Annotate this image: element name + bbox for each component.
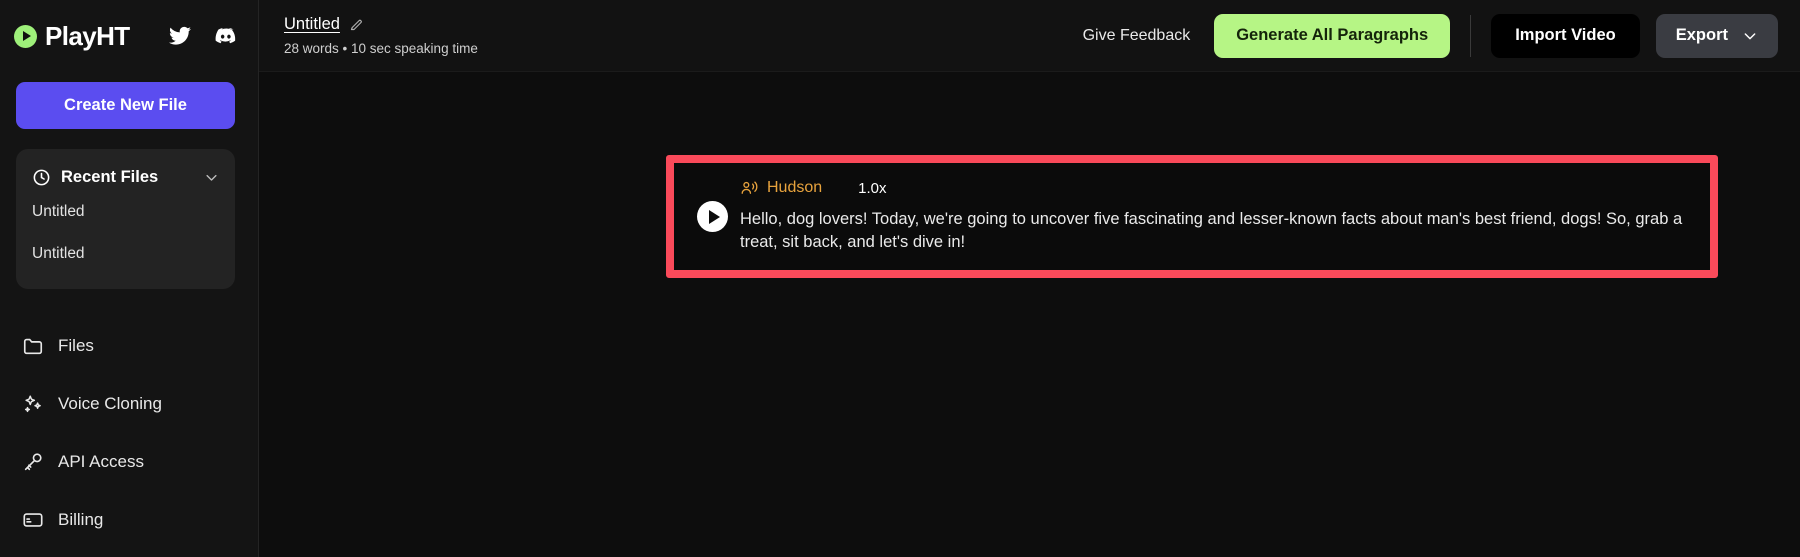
export-button[interactable]: Export [1655, 13, 1778, 58]
paragraph-meta-row: Hudson 1.0x [740, 177, 1692, 199]
sidebar-item-label: API Access [58, 452, 144, 471]
edit-pencil-icon[interactable] [349, 17, 364, 32]
sidebar-item-voice-cloning[interactable]: Voice Cloning [0, 375, 258, 433]
recent-file-item-0[interactable]: Untitled [16, 191, 235, 233]
recent-file-item-1[interactable]: Untitled [16, 233, 235, 275]
sidebar-nav: Files Voice Cloning API Access Billing [0, 317, 258, 549]
play-button-icon[interactable] [696, 201, 728, 232]
paragraph-text[interactable]: Hello, dog lovers! Today, we're going to… [740, 208, 1692, 255]
brand-row: PlayHT [0, 0, 258, 72]
editor-canvas: Hudson 1.0x Hello, dog lovers! Today, we… [259, 72, 1800, 557]
sidebar-item-billing[interactable]: Billing [0, 491, 258, 549]
brand-name: PlayHT [45, 20, 130, 51]
generate-all-paragraphs-button[interactable]: Generate All Paragraphs [1214, 13, 1451, 58]
sparkles-icon [24, 395, 41, 413]
credit-card-icon [23, 513, 43, 527]
folder-icon [23, 338, 43, 355]
create-new-file-button[interactable]: Create New File [16, 82, 235, 129]
chevron-down-icon [1744, 32, 1756, 39]
sidebar-item-label: Billing [58, 510, 104, 529]
social-links [168, 24, 238, 48]
topbar: Untitled 28 words • 10 sec speaking time… [259, 0, 1800, 72]
clock-icon [33, 169, 50, 185]
recent-files-panel: Recent Files Untitled Untitled [16, 149, 235, 289]
paragraph-play-column [684, 177, 740, 232]
document-stats: 28 words • 10 sec speaking time [284, 41, 478, 56]
import-video-button[interactable]: Import Video [1491, 13, 1640, 58]
document-title-row: Untitled [284, 15, 478, 34]
sidebar-item-label: Files [58, 336, 94, 355]
document-title[interactable]: Untitled [284, 15, 340, 34]
twitter-icon[interactable] [168, 24, 192, 48]
chevron-down-icon[interactable] [204, 170, 219, 185]
sidebar-item-api-access[interactable]: API Access [0, 433, 258, 491]
paragraph-body: Hudson 1.0x Hello, dog lovers! Today, we… [740, 177, 1710, 255]
main-area: Untitled 28 words • 10 sec speaking time… [259, 0, 1800, 557]
topbar-divider [1470, 14, 1472, 57]
give-feedback-link[interactable]: Give Feedback [1083, 27, 1191, 45]
playback-speed-label[interactable]: 1.0x [858, 180, 886, 197]
export-button-label: Export [1675, 26, 1728, 44]
app-logo[interactable]: PlayHT [14, 21, 130, 52]
sidebar: PlayHT Create New File Recent Files Unti… [0, 0, 259, 557]
key-icon [24, 453, 42, 471]
paragraph-row[interactable]: Hudson 1.0x Hello, dog lovers! Today, we… [674, 163, 1710, 270]
app-root: PlayHT Create New File Recent Files Unti… [0, 0, 1800, 557]
play-circle-icon [14, 24, 37, 48]
recent-files-header[interactable]: Recent Files [16, 163, 235, 191]
sidebar-item-label: Voice Cloning [58, 394, 162, 413]
voice-speaker-icon [741, 180, 758, 194]
document-meta: Untitled 28 words • 10 sec speaking time [284, 15, 478, 56]
voice-name-label[interactable]: Hudson [767, 179, 822, 197]
recent-files-title: Recent Files [61, 167, 159, 186]
discord-icon[interactable] [214, 24, 238, 48]
sidebar-item-files[interactable]: Files [0, 317, 258, 375]
